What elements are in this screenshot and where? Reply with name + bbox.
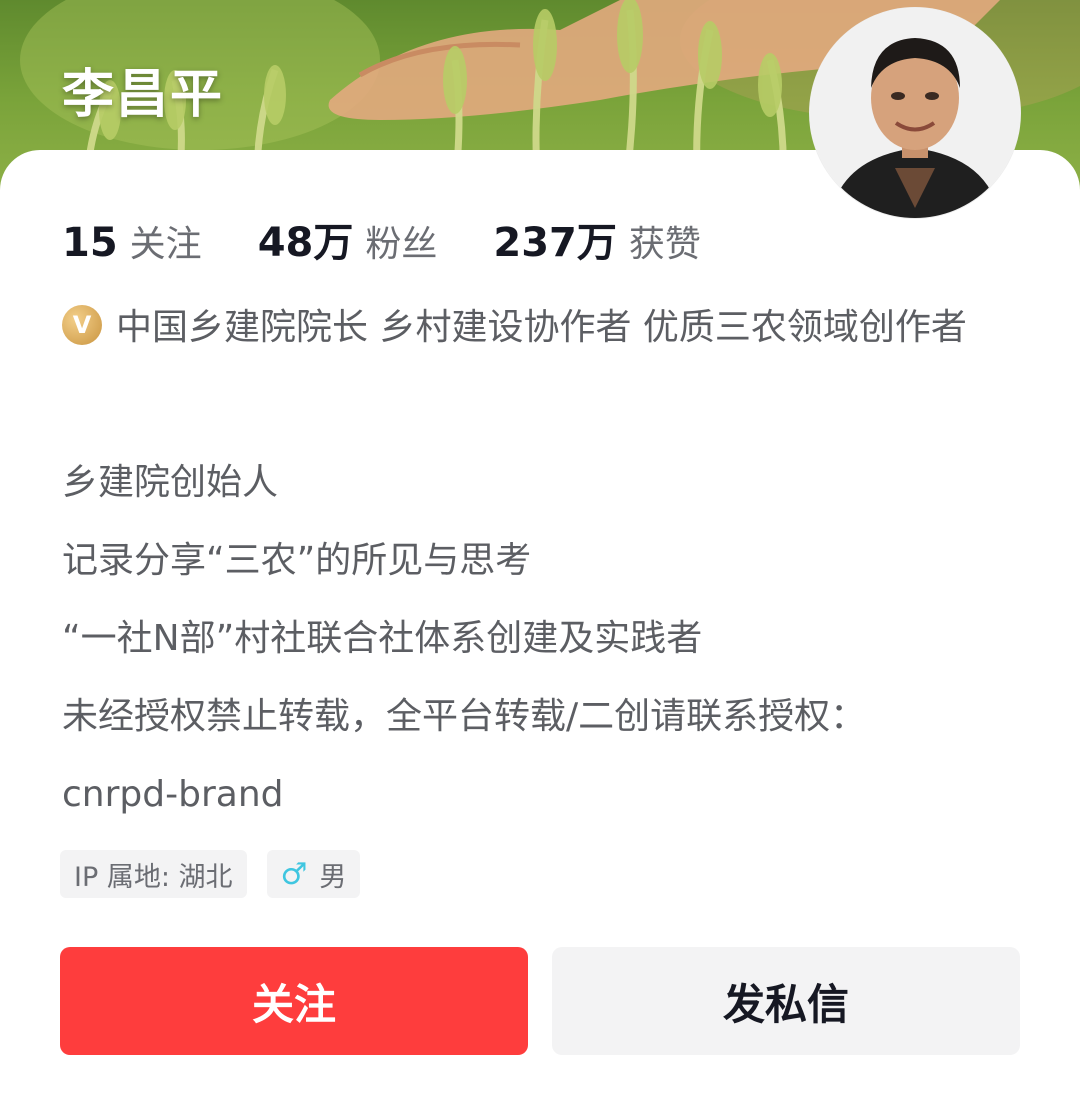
stat-number: 15: [62, 220, 118, 266]
verified-v-badge-icon: V: [62, 305, 102, 345]
tags-row: IP 属地: 湖北 ♂ 男: [60, 850, 380, 898]
stat-likes[interactable]: 237万 获赞: [493, 210, 701, 268]
stats-row: 15 关注 48万 粉丝 237万 获赞: [62, 210, 757, 268]
bio-line: 乡建院创始人: [62, 462, 279, 503]
male-symbol-icon: ♂: [280, 856, 308, 892]
bio-line: cnrpd-brand: [62, 774, 284, 815]
bio-line: “一社N部”村社联合社体系创建及实践者: [62, 618, 703, 659]
gender-tag: ♂ 男: [266, 850, 361, 898]
stat-number: 48万: [257, 220, 354, 266]
bio: 乡建院创始人 记录分享“三农”的所见与思考 “一社N部”村社联合社体系创建及实践…: [62, 455, 1042, 845]
stat-label: 粉丝: [365, 224, 438, 265]
message-button[interactable]: 发私信: [552, 947, 1020, 1055]
bio-line: 未经授权禁止转载，全平台转载/二创请联系授权：: [62, 696, 867, 737]
gender-text: 男: [319, 861, 347, 893]
stat-number: 237万: [493, 220, 617, 266]
ip-location-text: IP 属地: 湖北: [74, 861, 233, 893]
verification-line: V 中国乡建院院长 乡村建设协作者 优质三农领域创作者: [62, 298, 1022, 358]
bio-line: 记录分享“三农”的所见与思考: [62, 540, 532, 581]
verification-text: 中国乡建院院长 乡村建设协作者 优质三农领域创作者: [116, 307, 967, 348]
avatar[interactable]: [810, 8, 1020, 218]
follow-button[interactable]: 关注: [60, 947, 528, 1055]
stat-followers[interactable]: 48万 粉丝: [258, 210, 438, 268]
stat-following[interactable]: 15 关注: [62, 215, 202, 267]
stat-label: 获赞: [628, 224, 701, 265]
ip-location-tag: IP 属地: 湖北: [60, 850, 247, 898]
person-portrait-icon: [810, 8, 1020, 218]
profile-name: 李昌平: [62, 65, 225, 125]
stat-label: 关注: [129, 224, 202, 265]
